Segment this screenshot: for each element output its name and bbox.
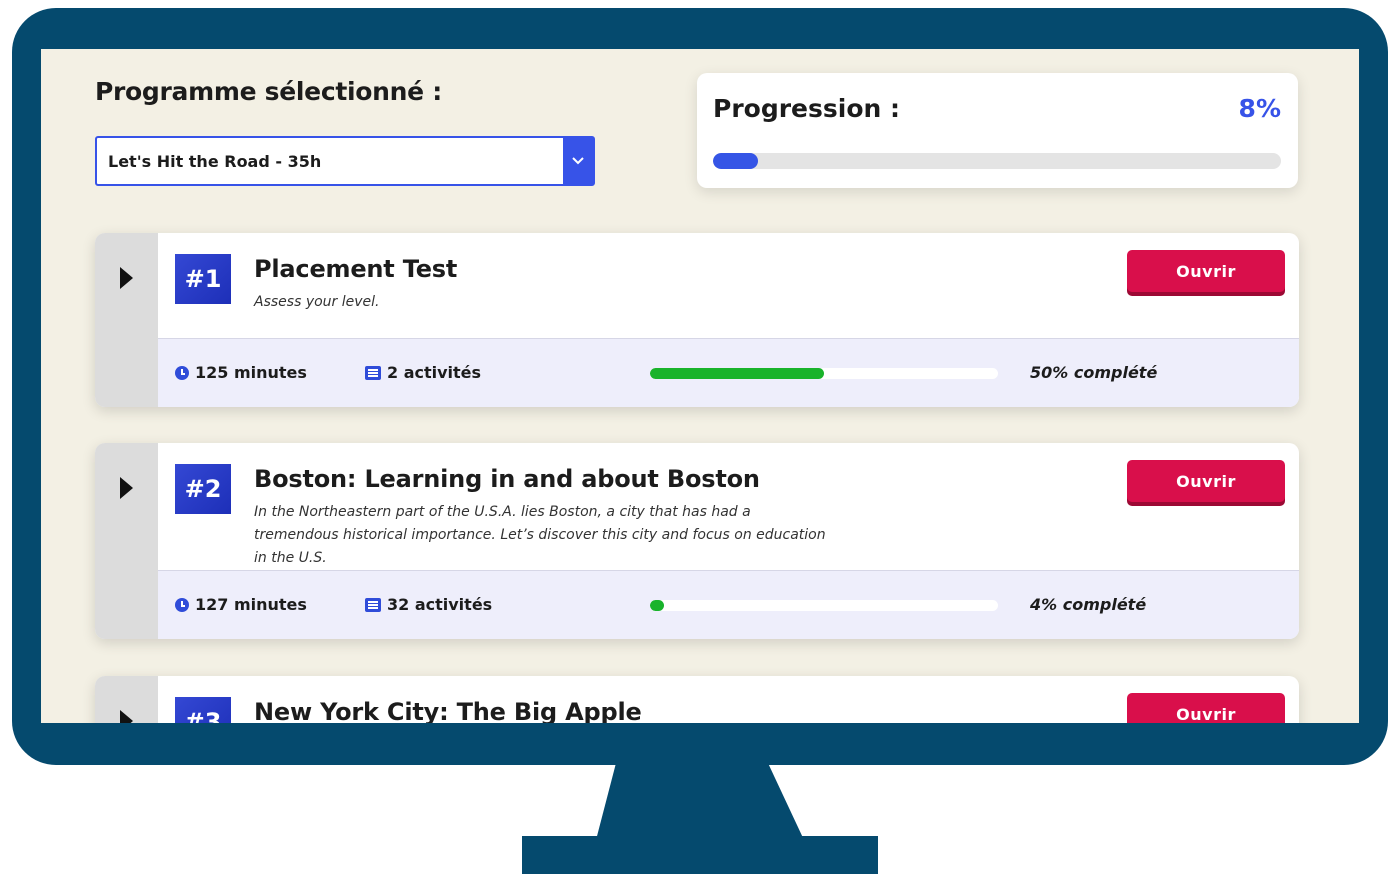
progression-percent: 8% — [1238, 94, 1281, 123]
monitor-stand-base — [522, 836, 878, 874]
module-description: In the Northeastern part of the U.S.A. l… — [254, 504, 826, 566]
module-activities: 2 activités — [365, 363, 481, 382]
module-card-3: #3 New York City: The Big Apple Ouvrir — [95, 676, 1299, 723]
program-select-value: Let's Hit the Road - 35h — [108, 152, 322, 171]
module-duration-text: 127 minutes — [195, 595, 307, 614]
screen: Programme sélectionné : Let's Hit the Ro… — [41, 49, 1359, 723]
module-activities: 32 activités — [365, 595, 492, 614]
module-duration: 127 minutes — [175, 595, 307, 614]
module-card-1: #1 Placement Test Assess your level. Ouv… — [95, 233, 1299, 407]
open-button[interactable]: Ouvrir — [1127, 460, 1285, 502]
module-progress-fill — [650, 368, 824, 379]
module-card-2: #2 Boston: Learning in and about Boston … — [95, 443, 1299, 639]
monitor-stand-neck — [596, 760, 804, 840]
module-activities-text: 2 activités — [387, 363, 482, 382]
module-title: Placement Test — [254, 255, 458, 283]
module-completion: 50% complété — [1030, 363, 1158, 382]
module-title: Boston: Learning in and about Boston — [254, 465, 760, 493]
module-number: #1 — [175, 254, 231, 304]
progression-bar-fill — [713, 153, 759, 169]
module-progress-bar — [650, 600, 998, 611]
module-expand-toggle[interactable] — [95, 233, 158, 407]
list-icon — [365, 597, 381, 612]
module-number: #3 — [175, 697, 231, 723]
open-button[interactable]: Ouvrir — [1127, 693, 1285, 723]
module-progress-bar — [650, 368, 998, 379]
module-footer: 125 minutes 2 activités 50% complété — [158, 338, 1299, 407]
module-footer: 127 minutes 32 activités 4% complété — [158, 570, 1299, 639]
progression-label: Progression : — [713, 94, 901, 123]
list-icon — [365, 365, 381, 380]
module-expand-toggle[interactable] — [95, 443, 158, 639]
program-label: Programme sélectionné : — [95, 77, 442, 106]
expand-arrow-icon[interactable] — [120, 267, 133, 289]
program-select[interactable]: Let's Hit the Road - 35h — [95, 136, 595, 186]
clock-icon — [175, 597, 189, 612]
progression-bar — [713, 153, 1281, 169]
module-duration-text: 125 minutes — [195, 363, 307, 382]
open-button[interactable]: Ouvrir — [1127, 250, 1285, 292]
expand-arrow-icon[interactable] — [120, 710, 133, 723]
module-duration: 125 minutes — [175, 363, 307, 382]
expand-arrow-icon[interactable] — [120, 477, 133, 499]
module-completion: 4% complété — [1030, 595, 1147, 614]
clock-icon — [175, 365, 189, 380]
module-activities-text: 32 activités — [387, 595, 493, 614]
module-title: New York City: The Big Apple — [254, 698, 642, 723]
module-number: #2 — [175, 464, 231, 514]
progression-card: Progression : 8% — [697, 73, 1298, 188]
module-expand-toggle[interactable] — [95, 676, 158, 723]
module-progress-fill — [650, 600, 664, 611]
chevron-down-icon[interactable] — [563, 138, 593, 184]
module-description: Assess your level. — [254, 294, 380, 310]
